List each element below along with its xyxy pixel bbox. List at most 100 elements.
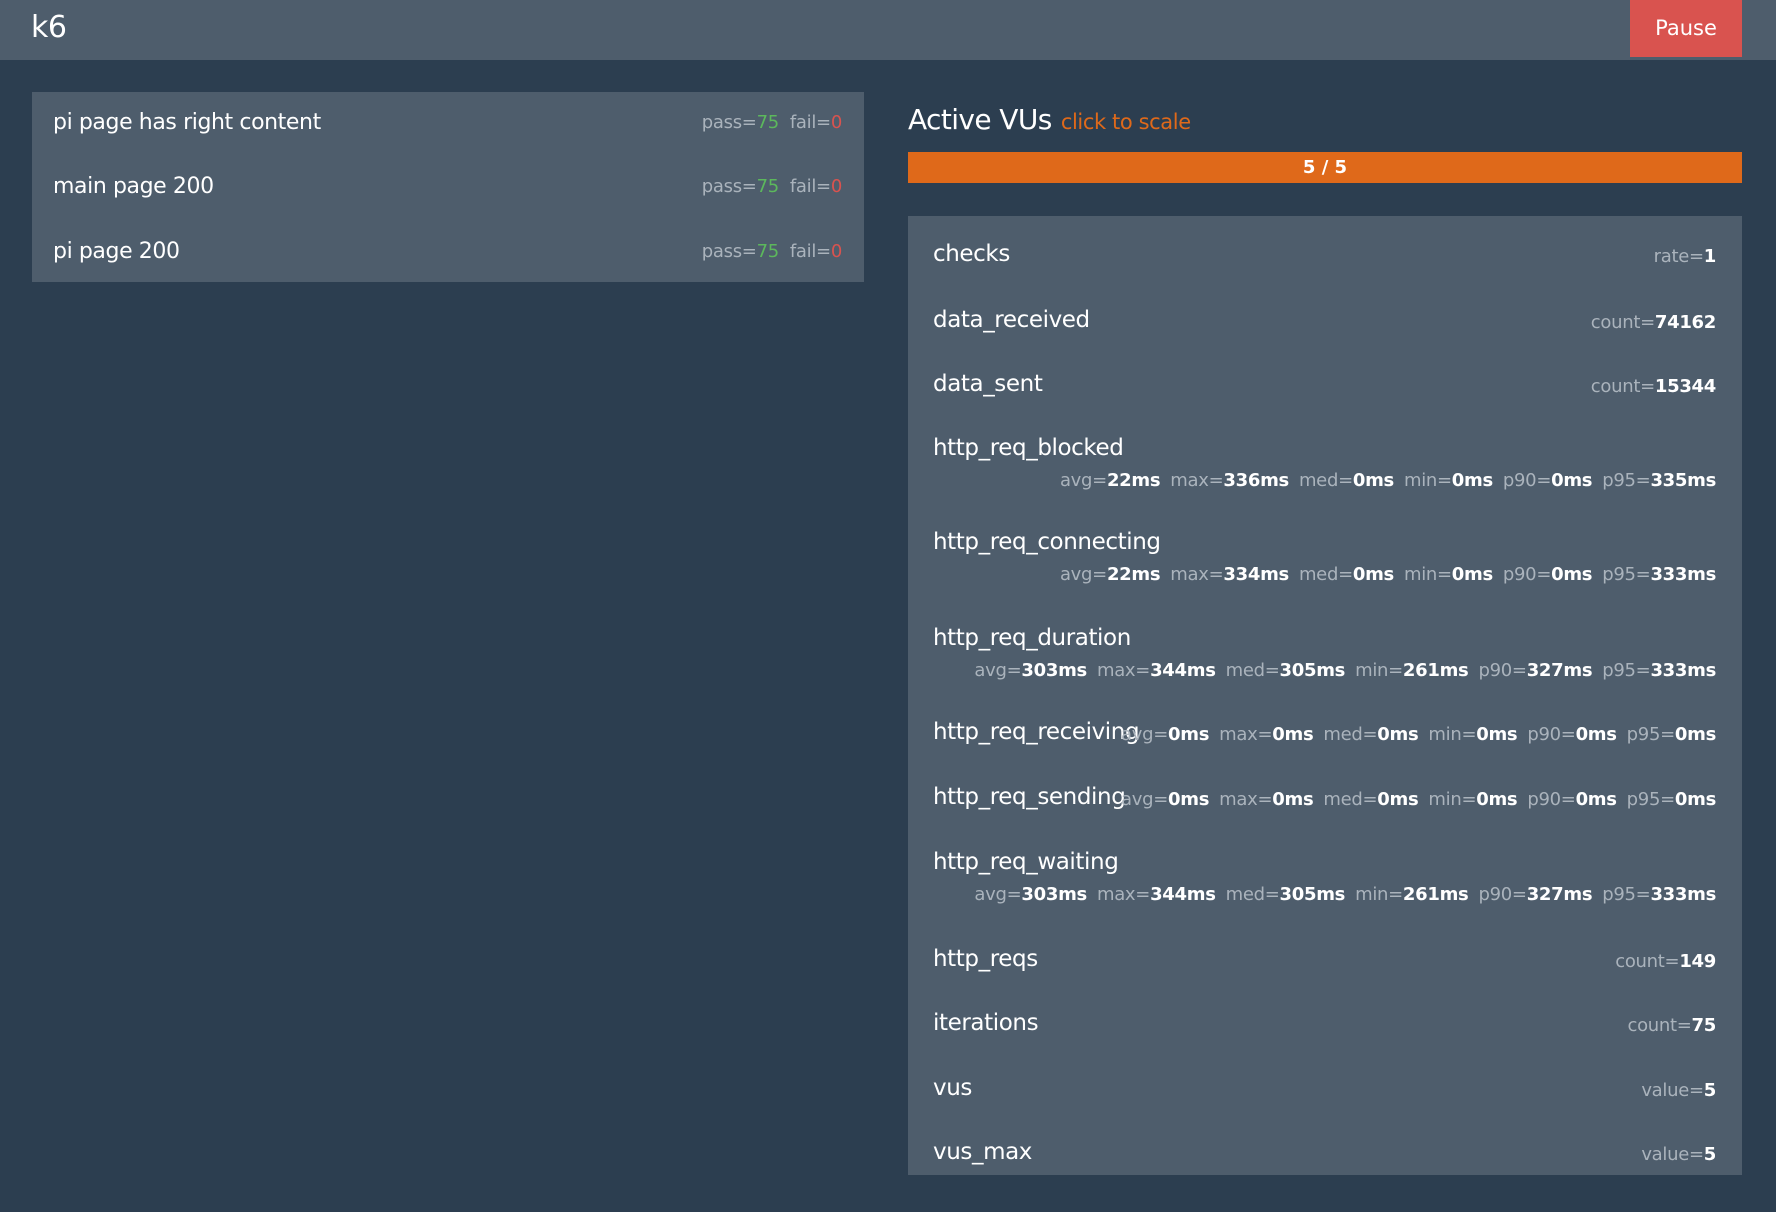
- stat-value: 303ms: [1021, 884, 1087, 905]
- stat-key: avg=: [1121, 724, 1169, 745]
- stat-value: 0ms: [1674, 724, 1716, 745]
- active-vus-progress-label: 5 / 5: [1302, 157, 1348, 178]
- stat-value: 0ms: [1377, 724, 1419, 745]
- metric-name: http_reqs: [933, 946, 1038, 972]
- metric-stats: avg=303ms max=344ms med=305ms min=261ms p90=…: [974, 660, 1716, 681]
- metric-name: data_sent: [933, 371, 1043, 397]
- stat-value: 261ms: [1402, 660, 1469, 681]
- stat-key: p90=: [1478, 660, 1527, 681]
- stat-value: 0ms: [1476, 724, 1518, 745]
- stat-value: 0ms: [1272, 724, 1314, 745]
- fail-label: fail=: [789, 241, 831, 262]
- stat-key: p90=: [1478, 884, 1527, 905]
- fail-count: 0: [830, 176, 842, 197]
- fail-label: fail=: [789, 176, 831, 197]
- pass-label: pass=: [701, 241, 757, 262]
- stat-value: 0ms: [1551, 470, 1593, 491]
- metrics-panel: checks rate=1 data_received count=74162 data…: [908, 216, 1742, 1175]
- metric-name: iterations: [933, 1010, 1039, 1036]
- stat-value: 344ms: [1150, 660, 1216, 681]
- metric-stats: count=149: [1615, 951, 1716, 972]
- stat-key: min=: [1428, 789, 1477, 810]
- check-stats: pass=75 fail=0: [702, 176, 843, 197]
- stat-value: 0ms: [1451, 470, 1493, 491]
- metric-name: vus_max: [933, 1139, 1032, 1165]
- metric-stats: count=74162: [1590, 312, 1717, 333]
- stat-key: med=: [1298, 470, 1353, 491]
- check-stats: pass=75 fail=0: [701, 241, 843, 262]
- stat-value: 344ms: [1150, 884, 1216, 905]
- stat-value: 0ms: [1352, 564, 1394, 585]
- stat-key: p95=: [1602, 564, 1651, 585]
- stat-key: value=: [1641, 1080, 1704, 1101]
- stat-value: 74162: [1654, 312, 1716, 333]
- stat-value: 334ms: [1223, 564, 1289, 585]
- pause-button[interactable]: Pause: [1630, 0, 1742, 57]
- stat-key: value=: [1641, 1144, 1704, 1165]
- stat-value: 0ms: [1168, 724, 1210, 745]
- stat-key: max=: [1170, 470, 1224, 491]
- stat-key: rate=: [1653, 246, 1704, 267]
- stat-key: count=: [1590, 312, 1655, 333]
- check-name: main page 200: [53, 174, 214, 199]
- metric-name: http_req_duration: [933, 625, 1131, 651]
- stat-value: 149: [1679, 951, 1716, 972]
- fail-count: 0: [830, 112, 842, 133]
- active-vus-progress-bar[interactable]: 5 / 5: [908, 152, 1742, 183]
- stat-value: 0ms: [1451, 564, 1493, 585]
- metric-name: vus: [933, 1075, 972, 1101]
- metric-stats: avg=0ms max=0ms med=0ms min=0ms p90=0ms p95=0…: [1121, 789, 1716, 810]
- stat-value: 0ms: [1674, 789, 1716, 810]
- stat-value: 0ms: [1352, 470, 1394, 491]
- active-vus-title: Active VUs: [908, 103, 1052, 136]
- stat-value: 261ms: [1402, 884, 1469, 905]
- stat-value: 22ms: [1106, 564, 1161, 585]
- metric-name: http_req_sending: [933, 784, 1126, 810]
- metric-stats: count=75: [1627, 1015, 1716, 1036]
- stat-value: 305ms: [1279, 660, 1346, 681]
- stat-value: 0ms: [1168, 789, 1210, 810]
- stat-key: p95=: [1602, 470, 1651, 491]
- pass-count: 75: [756, 241, 780, 262]
- metric-stats: avg=303ms max=344ms med=305ms min=261ms p90=…: [974, 884, 1716, 905]
- stat-value: 0ms: [1476, 789, 1518, 810]
- metric-name: http_req_connecting: [933, 529, 1161, 555]
- stat-value: 327ms: [1526, 884, 1593, 905]
- fail-count: 0: [830, 241, 842, 262]
- stat-key: med=: [1323, 789, 1378, 810]
- stat-key: med=: [1298, 564, 1353, 585]
- metric-stats: count=15344: [1591, 376, 1717, 397]
- brand-logo: k6: [31, 10, 67, 45]
- stat-value: 327ms: [1526, 660, 1593, 681]
- stat-key: max=: [1170, 564, 1224, 585]
- fail-label: fail=: [789, 112, 831, 133]
- stat-value: 1: [1703, 246, 1717, 267]
- stat-value: 333ms: [1650, 660, 1716, 681]
- check-row: main page 200 pass=75 fail=0: [32, 168, 864, 208]
- metric-stats: rate=1: [1653, 246, 1717, 267]
- stat-key: min=: [1403, 564, 1452, 585]
- stat-key: p95=: [1602, 660, 1651, 681]
- metric-stats: avg=22ms max=334ms med=0ms min=0ms p90=0ms p9…: [1060, 564, 1716, 585]
- stat-key: avg=: [1059, 470, 1107, 491]
- stat-value: 333ms: [1650, 564, 1716, 585]
- stat-key: max=: [1219, 789, 1273, 810]
- metric-name: checks: [933, 241, 1010, 267]
- metric-name: data_received: [933, 307, 1090, 333]
- stat-key: p90=: [1527, 789, 1576, 810]
- metric-stats: avg=22ms max=336ms med=0ms min=0ms p90=0ms p9…: [1060, 470, 1716, 491]
- stat-key: max=: [1096, 884, 1151, 905]
- stat-value: 336ms: [1223, 470, 1289, 491]
- stat-key: min=: [1403, 470, 1452, 491]
- stat-value: 303ms: [1021, 660, 1087, 681]
- stat-key: max=: [1096, 660, 1151, 681]
- check-name: pi page has right content: [53, 110, 321, 135]
- click-to-scale-link[interactable]: click to scale: [1061, 110, 1191, 134]
- metric-stats: value=5: [1641, 1144, 1716, 1165]
- stat-value: 0ms: [1575, 724, 1617, 745]
- stat-value: 75: [1691, 1015, 1717, 1036]
- stat-value: 0ms: [1377, 789, 1419, 810]
- stat-key: med=: [1323, 724, 1378, 745]
- stat-value: 333ms: [1650, 884, 1716, 905]
- stat-key: avg=: [974, 884, 1022, 905]
